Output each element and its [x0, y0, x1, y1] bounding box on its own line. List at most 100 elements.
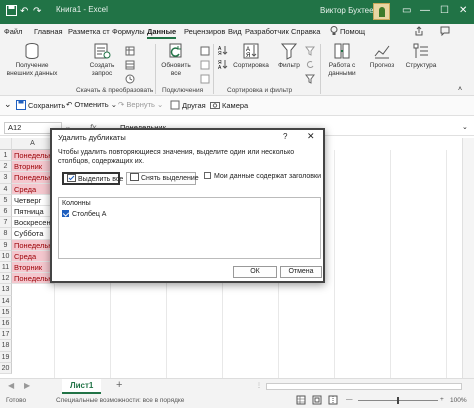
select-all-corner[interactable] — [0, 138, 12, 150]
sort-button[interactable]: AЯ Сортировка — [230, 40, 272, 70]
avatar[interactable] — [373, 3, 390, 20]
accessibility-status[interactable]: Специальные возможности: все в порядке — [56, 397, 184, 404]
undo-icon[interactable]: ↶ — [20, 5, 28, 19]
row-header[interactable]: 12 — [0, 273, 12, 285]
cell[interactable]: Понедельник — [12, 273, 54, 285]
chevron-down-icon[interactable]: ⌄ — [4, 99, 12, 110]
lightbulb-icon[interactable] — [330, 26, 338, 38]
row-header[interactable]: 16 — [0, 318, 12, 330]
close-icon[interactable]: ✕ — [459, 5, 467, 16]
cell[interactable]: Понедельник — [12, 150, 54, 162]
cell[interactable]: Суббота — [12, 228, 54, 240]
from-table-icon[interactable] — [125, 60, 135, 70]
show-queries-icon[interactable] — [125, 46, 135, 56]
cell[interactable]: Вторник — [12, 161, 54, 173]
cell[interactable]: Понедельник — [12, 172, 54, 184]
page-layout-icon[interactable] — [312, 395, 322, 407]
tab-home[interactable]: Главная — [34, 27, 63, 36]
properties-icon[interactable] — [200, 60, 210, 70]
connections-icon[interactable] — [200, 46, 210, 56]
qat-undo-button[interactable]: ↶ Отменить ⌄ — [66, 100, 117, 109]
qat-redo-button[interactable]: ↷ Вернуть ⌄ — [118, 100, 163, 109]
tab-developer[interactable]: Разработчик — [245, 27, 289, 36]
outline-button[interactable]: Структура — [402, 40, 440, 70]
sheet-options-icon[interactable]: ⋮ — [256, 382, 262, 389]
qat-camera-button[interactable]: Камера — [210, 100, 248, 110]
recent-sources-icon[interactable] — [125, 74, 135, 84]
row-header[interactable]: 1 — [0, 150, 12, 162]
comments-icon[interactable] — [440, 26, 450, 38]
cancel-button[interactable]: Отмена — [280, 266, 322, 278]
qat-other-button[interactable]: Другая — [170, 100, 206, 110]
row-header[interactable]: 5 — [0, 194, 12, 206]
row-header[interactable]: 14 — [0, 295, 12, 307]
tab-formulas[interactable]: Формулы — [112, 27, 145, 36]
cell[interactable]: Четверг — [12, 195, 54, 206]
row-header[interactable]: 6 — [0, 206, 12, 218]
row-header[interactable]: 18 — [0, 340, 12, 352]
save-icon[interactable] — [6, 5, 17, 21]
data-tools-button[interactable]: Работа с данными — [322, 40, 362, 78]
zoom-in-icon[interactable]: + — [440, 396, 444, 403]
row-header[interactable]: 4 — [0, 183, 12, 195]
share-icon[interactable] — [414, 26, 424, 38]
row-header[interactable]: 11 — [0, 262, 12, 274]
cell[interactable]: Воскресенье — [12, 217, 54, 229]
forecast-button[interactable]: Прогноз — [366, 40, 398, 70]
sort-az-icon[interactable]: AЯ — [218, 45, 228, 55]
column-a-checkbox[interactable]: Столбец A — [62, 210, 106, 218]
tab-file[interactable]: Файл — [4, 27, 22, 36]
normal-view-icon[interactable] — [296, 395, 306, 407]
page-break-icon[interactable] — [328, 395, 338, 407]
zoom-level[interactable]: 100% — [450, 397, 467, 404]
create-query-button[interactable]: Создать запрос — [82, 40, 122, 78]
select-all-button[interactable]: Выделить все — [62, 172, 123, 185]
row-header[interactable]: 3 — [0, 172, 12, 184]
clear-filter-icon[interactable] — [305, 46, 315, 56]
column-header[interactable]: A — [12, 138, 54, 150]
cell[interactable]: Вторник — [12, 262, 54, 274]
row-header[interactable]: 20 — [0, 362, 12, 374]
cell[interactable]: Среда — [12, 183, 54, 195]
reapply-icon[interactable] — [305, 60, 315, 70]
vertical-scrollbar[interactable] — [462, 138, 474, 378]
qat-save-button[interactable]: Сохранить — [16, 100, 65, 110]
expand-formula-icon[interactable]: ⌄ — [462, 123, 468, 131]
add-sheet-icon[interactable]: + — [116, 379, 122, 391]
minimize-icon[interactable]: — — [420, 5, 430, 16]
cell[interactable]: Пятница — [12, 206, 54, 218]
tab-data[interactable]: Данные — [147, 27, 177, 39]
ribbon-display-icon[interactable]: ▭ — [402, 5, 411, 16]
ok-button[interactable]: ОК — [233, 266, 277, 278]
tab-review[interactable]: Рецензиров — [184, 27, 225, 36]
sort-za-icon[interactable]: ЯA — [218, 59, 228, 69]
zoom-slider-thumb[interactable] — [397, 397, 399, 404]
tab-help[interactable]: Справка — [291, 27, 320, 36]
collapse-ribbon-icon[interactable]: ˄ — [458, 86, 462, 93]
unselect-all-button[interactable]: Снять выделение — [126, 172, 199, 185]
cell[interactable]: Среда — [12, 250, 54, 262]
edit-links-icon[interactable] — [200, 74, 210, 84]
sheet-tab[interactable]: Лист1 — [62, 379, 102, 394]
zoom-out-icon[interactable]: — — [346, 396, 353, 403]
row-header[interactable]: 15 — [0, 306, 12, 318]
filter-button[interactable]: Фильтр — [276, 40, 302, 70]
cell[interactable]: Понедельник — [12, 239, 54, 251]
row-header[interactable]: 7 — [0, 217, 12, 229]
tab-view[interactable]: Вид — [228, 27, 242, 36]
row-header[interactable]: 10 — [0, 250, 12, 262]
horizontal-scrollbar[interactable] — [266, 383, 462, 390]
close-icon[interactable]: ✕ — [307, 131, 315, 142]
row-header[interactable]: 2 — [0, 161, 12, 173]
user-name[interactable]: Виктор Бухтеев — [320, 6, 378, 15]
get-data-button[interactable]: Получение внешних данных — [4, 40, 60, 78]
zoom-slider[interactable] — [358, 397, 438, 404]
next-sheet-icon[interactable]: ▶ — [24, 381, 30, 390]
help-button[interactable]: ? — [283, 132, 287, 141]
advanced-filter-icon[interactable] — [305, 74, 315, 84]
has-headers-checkbox[interactable]: Мои данные содержат заголовки — [204, 172, 321, 180]
row-header[interactable]: 9 — [0, 239, 12, 251]
row-header[interactable]: 17 — [0, 329, 12, 341]
maximize-icon[interactable]: ☐ — [440, 5, 449, 16]
row-header[interactable]: 19 — [0, 351, 12, 363]
